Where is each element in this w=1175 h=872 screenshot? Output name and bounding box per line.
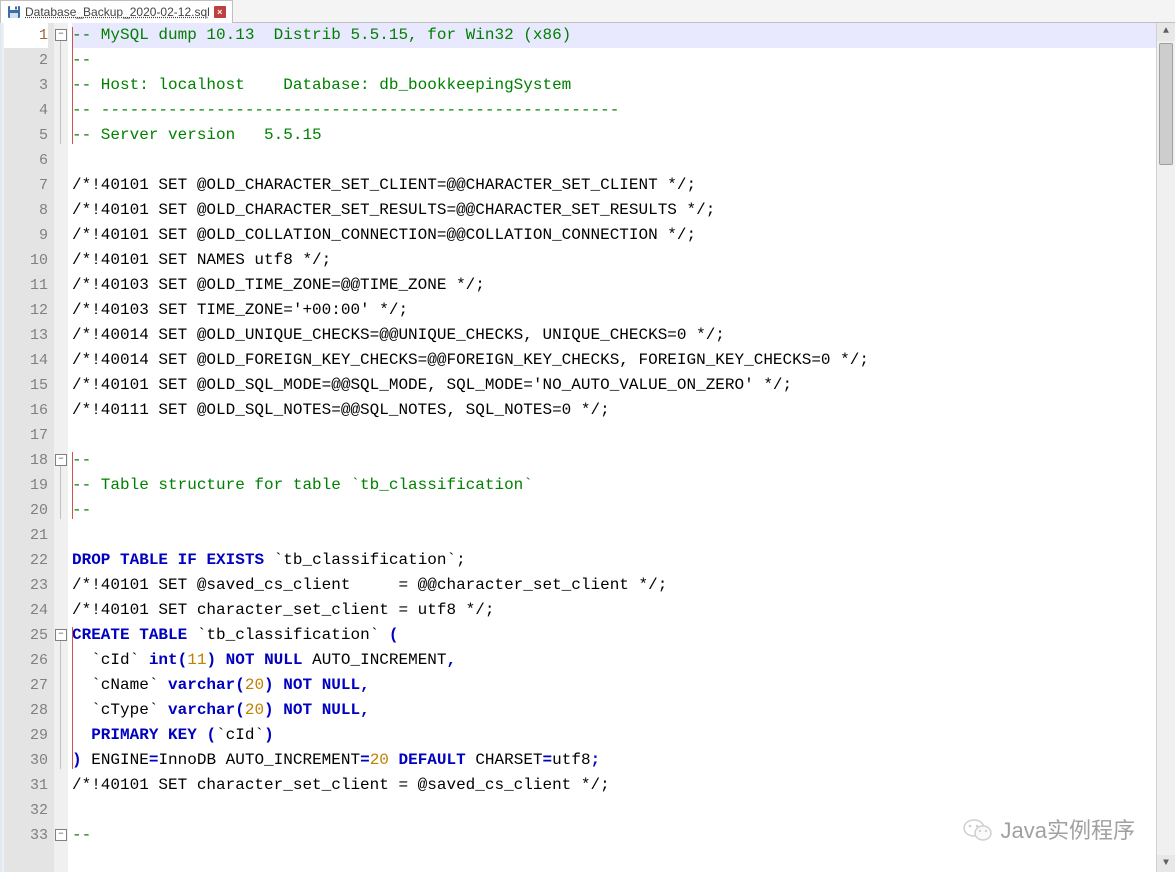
code-line[interactable]: DROP TABLE IF EXISTS `tb_classification`… [72, 548, 1156, 573]
line-number: 23 [4, 573, 48, 598]
line-number: 12 [4, 298, 48, 323]
code-line[interactable]: /*!40101 SET @OLD_SQL_MODE=@@SQL_MODE, S… [72, 373, 1156, 398]
fold-toggle-icon[interactable]: − [55, 454, 67, 466]
structure-guide [72, 627, 73, 769]
line-number: 18 [4, 448, 48, 473]
code-line[interactable]: -- Server version 5.5.15 [72, 123, 1156, 148]
line-number: 16 [4, 398, 48, 423]
code-line[interactable]: ) ENGINE=InnoDB AUTO_INCREMENT=20 DEFAUL… [72, 748, 1156, 773]
line-number: 2 [4, 48, 48, 73]
line-number: 9 [4, 223, 48, 248]
code-line[interactable]: /*!40101 SET @OLD_CHARACTER_SET_RESULTS=… [72, 198, 1156, 223]
line-number: 15 [4, 373, 48, 398]
code-line[interactable]: /*!40101 SET @OLD_CHARACTER_SET_CLIENT=@… [72, 173, 1156, 198]
line-number: 1 [4, 23, 48, 48]
fold-toggle-icon[interactable]: − [55, 629, 67, 641]
fold-guide [60, 641, 61, 769]
code-line[interactable]: `cId` int(11) NOT NULL AUTO_INCREMENT, [72, 648, 1156, 673]
code-line[interactable]: /*!40101 SET character_set_client = utf8… [72, 598, 1156, 623]
line-number: 27 [4, 673, 48, 698]
code-line[interactable]: /*!40103 SET TIME_ZONE='+00:00' */; [72, 298, 1156, 323]
fold-guide [60, 466, 61, 519]
tab-filename: Database_Backup_2020-02-12.sql [25, 5, 210, 19]
line-number: 5 [4, 123, 48, 148]
code-line[interactable]: -- [72, 48, 1156, 73]
code-line[interactable]: -- [72, 498, 1156, 523]
code-line[interactable]: `cType` varchar(20) NOT NULL, [72, 698, 1156, 723]
line-number-gutter: 1234567891011121314151617181920212223242… [4, 23, 54, 872]
scroll-down-button[interactable]: ▼ [1157, 855, 1175, 872]
line-number: 11 [4, 273, 48, 298]
line-number: 26 [4, 648, 48, 673]
code-line[interactable]: -- Table structure for table `tb_classif… [72, 473, 1156, 498]
close-icon[interactable]: × [214, 6, 226, 18]
code-line[interactable]: /*!40101 SET character_set_client = @sav… [72, 773, 1156, 798]
line-number: 19 [4, 473, 48, 498]
line-number: 17 [4, 423, 48, 448]
line-number: 14 [4, 348, 48, 373]
line-number: 13 [4, 323, 48, 348]
watermark-text: Java实例程序 [1001, 818, 1135, 843]
wechat-icon [963, 817, 993, 843]
code-line[interactable]: -- Host: localhost Database: db_bookkeep… [72, 73, 1156, 98]
line-number: 33 [4, 823, 48, 848]
line-number: 10 [4, 248, 48, 273]
line-number: 30 [4, 748, 48, 773]
code-editor[interactable]: 1234567891011121314151617181920212223242… [0, 23, 1175, 872]
code-line[interactable]: -- MySQL dump 10.13 Distrib 5.5.15, for … [72, 23, 1156, 48]
code-line[interactable]: /*!40111 SET @OLD_SQL_NOTES=@@SQL_NOTES,… [72, 398, 1156, 423]
code-line[interactable]: -- [72, 448, 1156, 473]
code-line[interactable]: CREATE TABLE `tb_classification` ( [72, 623, 1156, 648]
code-line[interactable]: /*!40103 SET @OLD_TIME_ZONE=@@TIME_ZONE … [72, 273, 1156, 298]
code-line[interactable]: /*!40101 SET @OLD_COLLATION_CONNECTION=@… [72, 223, 1156, 248]
scroll-thumb[interactable] [1159, 43, 1173, 165]
vertical-scrollbar[interactable]: ▲ ▼ [1156, 23, 1175, 872]
line-number: 8 [4, 198, 48, 223]
line-number: 4 [4, 98, 48, 123]
line-number: 24 [4, 598, 48, 623]
structure-guide [72, 452, 73, 519]
line-number: 21 [4, 523, 48, 548]
structure-guide [72, 27, 73, 144]
code-line[interactable]: `cName` varchar(20) NOT NULL, [72, 673, 1156, 698]
fold-guide [60, 41, 61, 144]
code-line[interactable]: /*!40014 SET @OLD_UNIQUE_CHECKS=@@UNIQUE… [72, 323, 1156, 348]
line-number: 3 [4, 73, 48, 98]
tab-bar: Database_Backup_2020-02-12.sql × [0, 0, 1175, 23]
fold-column[interactable]: − − − − [54, 23, 68, 872]
watermark: Java实例程序 [963, 817, 1135, 843]
scroll-up-button[interactable]: ▲ [1157, 23, 1175, 41]
code-line[interactable]: /*!40101 SET @saved_cs_client = @@charac… [72, 573, 1156, 598]
code-line[interactable]: /*!40014 SET @OLD_FOREIGN_KEY_CHECKS=@@F… [72, 348, 1156, 373]
code-line[interactable]: /*!40101 SET NAMES utf8 */; [72, 248, 1156, 273]
fold-toggle-icon[interactable]: − [55, 29, 67, 41]
code-content[interactable]: -- MySQL dump 10.13 Distrib 5.5.15, for … [68, 23, 1156, 872]
line-number: 6 [4, 148, 48, 173]
line-number: 20 [4, 498, 48, 523]
line-number: 28 [4, 698, 48, 723]
fold-toggle-icon[interactable]: − [55, 829, 67, 841]
code-line[interactable]: -- -------------------------------------… [72, 98, 1156, 123]
code-line[interactable] [72, 423, 1156, 448]
line-number: 22 [4, 548, 48, 573]
save-icon [7, 5, 21, 19]
code-line[interactable] [72, 148, 1156, 173]
line-number: 29 [4, 723, 48, 748]
editor-tab[interactable]: Database_Backup_2020-02-12.sql × [0, 0, 233, 23]
code-line[interactable]: PRIMARY KEY (`cId`) [72, 723, 1156, 748]
line-number: 7 [4, 173, 48, 198]
line-number: 31 [4, 773, 48, 798]
line-number: 32 [4, 798, 48, 823]
code-line[interactable] [72, 523, 1156, 548]
line-number: 25 [4, 623, 48, 648]
